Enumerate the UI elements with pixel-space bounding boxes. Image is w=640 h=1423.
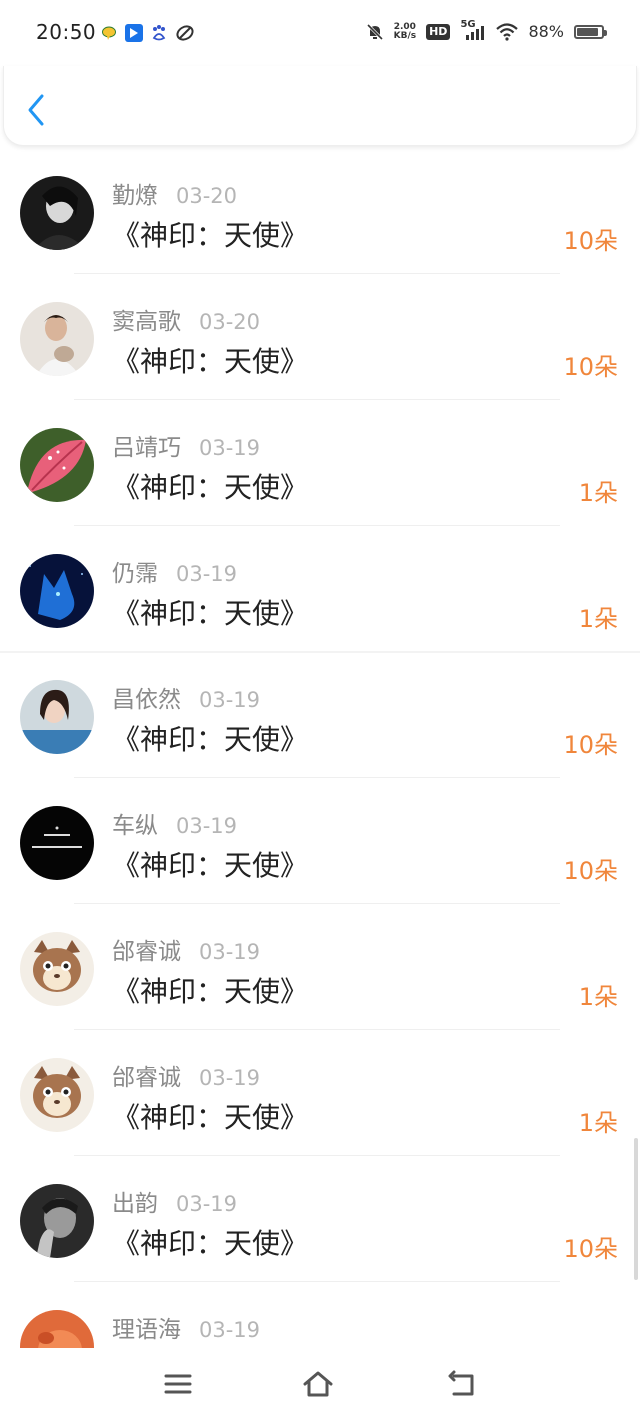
record-date: 03-19	[199, 1318, 261, 1342]
avatar[interactable]	[20, 302, 94, 376]
user-name: 窦高歌	[112, 309, 181, 335]
book-title: 《神印：天使》	[112, 597, 309, 630]
book-title: 《神印：天使》	[112, 219, 309, 252]
avatar[interactable]	[20, 1310, 94, 1348]
name-date-line: 吕靖巧 03-19	[112, 428, 260, 462]
gift-amount: 1朵	[578, 983, 618, 1011]
user-name: 理语海	[112, 1317, 181, 1343]
record-date: 03-19	[199, 688, 261, 712]
back-arrow-icon[interactable]	[24, 92, 48, 128]
user-name: 邰睿诚	[112, 1065, 181, 1091]
book-title: 《神印：天使》	[112, 849, 309, 882]
avatar[interactable]	[20, 806, 94, 880]
name-date-line: 邰睿诚 03-19	[112, 932, 260, 966]
chat-bubble-icon	[102, 26, 116, 40]
record-date: 03-19	[199, 940, 261, 964]
gift-amount: 1朵	[578, 479, 618, 507]
name-date-line: 昌依然 03-19	[112, 680, 260, 714]
name-date-line: 勤燎 03-20	[112, 176, 237, 210]
avatar[interactable]	[20, 554, 94, 628]
system-nav-bar	[0, 1348, 640, 1423]
status-time: 20:50	[36, 20, 97, 44]
list-item[interactable]: 邰睿诚 03-19 《神印：天使》 1朵	[0, 1030, 640, 1156]
list-item[interactable]: 仍霈 03-19 《神印：天使》 1朵	[0, 526, 640, 653]
list-item[interactable]: 出韵 03-19 《神印：天使》 10朵	[0, 1156, 640, 1282]
book-title: 《神印：天使》	[112, 345, 309, 378]
avatar[interactable]	[20, 932, 94, 1006]
list-item[interactable]: 吕靖巧 03-19 《神印：天使》 1朵	[0, 400, 640, 526]
name-date-line: 邰睿诚 03-19	[112, 1058, 260, 1092]
gift-amount: 1朵	[578, 605, 618, 633]
book-title: 《神印：天使》	[112, 471, 309, 504]
name-date-line: 车纵 03-19	[112, 806, 237, 840]
list-item[interactable]: 车纵 03-19 《神印：天使》 10朵	[0, 778, 640, 904]
speed-unit: KB/s	[393, 30, 417, 41]
book-title: 《神印：天使》	[112, 1227, 309, 1260]
list-item[interactable]: 昌依然 03-19 《神印：天使》 10朵	[0, 652, 640, 778]
gift-record-list: 勤燎 03-20 《神印：天使》 10朵 窦高歌 03-20 《神印：天使》 10朵 吕靖巧 03…	[0, 148, 640, 1348]
avatar[interactable]	[20, 428, 94, 502]
record-date: 03-20	[199, 310, 261, 334]
link-icon	[176, 25, 194, 41]
top-header	[3, 66, 637, 146]
baidu-paw-icon	[152, 25, 166, 41]
record-date: 03-19	[176, 1192, 238, 1216]
app-icon	[125, 24, 143, 42]
user-name: 出韵	[112, 1191, 158, 1217]
battery-percent: 88%	[528, 22, 564, 41]
status-bar: 20:50 2.00 KB/s HD 5G 88%	[0, 0, 640, 66]
signal-icon: 5G	[460, 19, 486, 41]
user-name: 仍霈	[112, 561, 158, 587]
record-date: 03-19	[199, 436, 261, 460]
hd-badge: HD	[426, 23, 451, 40]
avatar[interactable]	[20, 1184, 94, 1258]
avatar[interactable]	[20, 176, 94, 250]
user-name: 吕靖巧	[112, 435, 181, 461]
name-date-line: 窦高歌 03-20	[112, 302, 260, 336]
list-item[interactable]: 窦高歌 03-20 《神印：天使》 10朵	[0, 274, 640, 400]
wifi-icon	[496, 22, 519, 41]
bell-muted-icon	[366, 23, 383, 40]
list-item[interactable]: 邰睿诚 03-19 《神印：天使》 1朵	[0, 904, 640, 1030]
gift-amount: 10朵	[563, 857, 618, 885]
battery-fill	[577, 27, 599, 36]
gift-amount: 10朵	[563, 1235, 618, 1263]
network-speed: 2.00 KB/s	[393, 22, 417, 41]
avatar[interactable]	[20, 1058, 94, 1132]
battery-icon	[574, 24, 607, 39]
user-name: 昌依然	[112, 687, 181, 713]
home-icon[interactable]	[302, 1368, 334, 1400]
gift-amount: 10朵	[563, 731, 618, 759]
book-title: 《神印：天使》	[112, 1101, 309, 1134]
book-title: 《神印：天使》	[112, 723, 309, 756]
gift-amount: 1朵	[578, 1109, 618, 1137]
status-right: 2.00 KB/s HD 5G 88%	[366, 19, 607, 41]
name-date-line: 仍霈 03-19	[112, 554, 237, 588]
record-date: 03-19	[176, 814, 238, 838]
record-date: 03-20	[176, 184, 238, 208]
scrollbar[interactable]	[634, 1138, 638, 1280]
gift-amount: 10朵	[563, 227, 618, 255]
name-date-line: 出韵 03-19	[112, 1184, 237, 1218]
record-date: 03-19	[176, 562, 238, 586]
user-name: 车纵	[112, 813, 158, 839]
gift-amount: 10朵	[563, 353, 618, 381]
list-item[interactable]: 理语海 03-19	[0, 1282, 640, 1348]
user-name: 勤燎	[112, 183, 158, 209]
avatar[interactable]	[20, 680, 94, 754]
name-date-line: 理语海 03-19	[112, 1310, 260, 1344]
list-item[interactable]: 勤燎 03-20 《神印：天使》 10朵	[0, 148, 640, 274]
menu-icon[interactable]	[162, 1368, 194, 1400]
notification-icons	[101, 24, 195, 42]
record-date: 03-19	[199, 1066, 261, 1090]
book-title: 《神印：天使》	[112, 975, 309, 1008]
user-name: 邰睿诚	[112, 939, 181, 965]
back-nav-icon[interactable]	[446, 1368, 478, 1400]
